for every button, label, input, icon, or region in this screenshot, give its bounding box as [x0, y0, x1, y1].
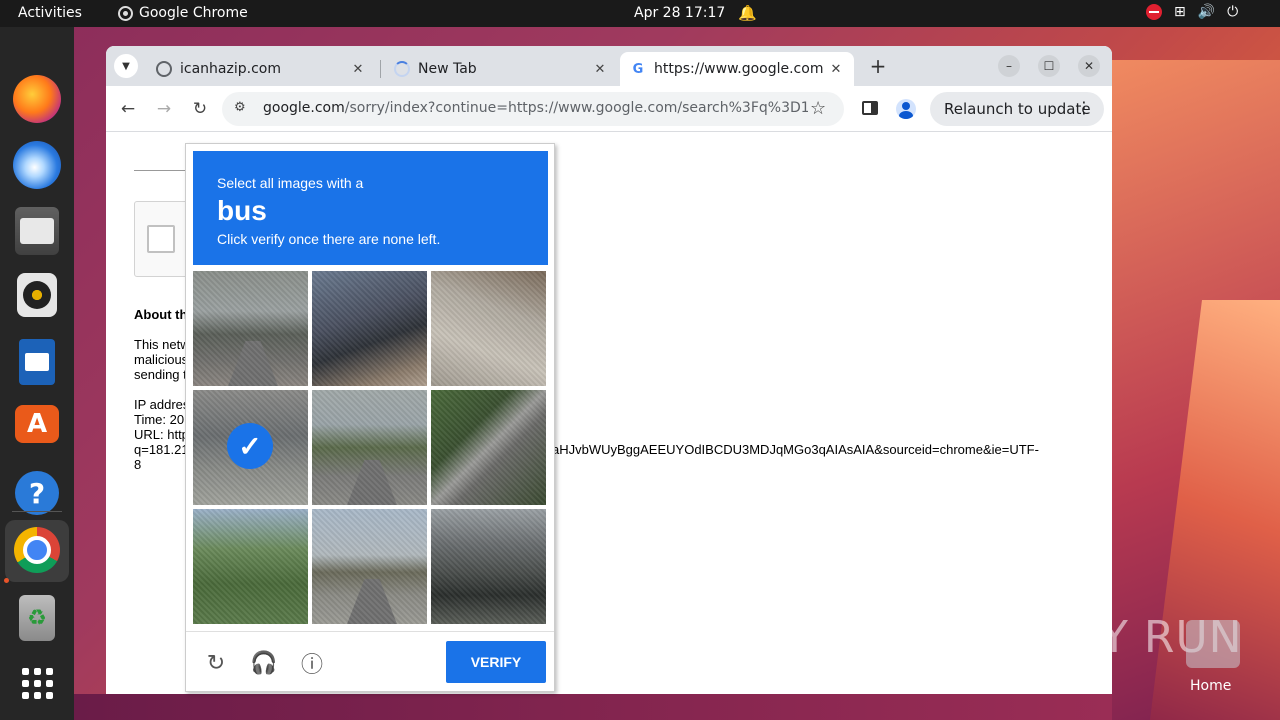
image-tile[interactable] — [193, 509, 308, 624]
profile-avatar[interactable] — [896, 99, 916, 119]
close-icon[interactable]: ✕ — [590, 62, 610, 77]
about-heading: About th — [134, 307, 188, 322]
dock-separator — [12, 511, 62, 512]
volume-icon: 🔊 — [1197, 4, 1216, 20]
relaunch-label: Relaunch to update — [944, 100, 1091, 118]
reload-challenge-icon[interactable]: ↻ — [202, 649, 230, 677]
instruction-line: Click verify once there are none left. — [217, 231, 441, 247]
activities-button[interactable]: Activities — [18, 5, 82, 21]
more-menu-icon[interactable]: ⋮ — [1076, 98, 1092, 117]
headphones-icon[interactable]: 🎧 — [250, 649, 278, 677]
url-path: /sorry/index?continue=https://www.google… — [344, 100, 808, 116]
query-line-end: 8 — [134, 457, 142, 472]
top-bar: Activities Google Chrome Apr 28 17:17 🔔 … — [0, 0, 1280, 27]
google-chrome-icon[interactable] — [14, 527, 60, 573]
tab-google[interactable]: G https://www.google.com ✕ — [620, 52, 854, 86]
trash-icon[interactable]: ♻ — [19, 595, 55, 641]
image-tile[interactable] — [431, 509, 546, 624]
url-line: URL: http — [134, 427, 189, 442]
help-icon[interactable]: ? — [15, 471, 59, 515]
tab-new-tab[interactable]: New Tab ✕ — [384, 52, 618, 86]
libreoffice-writer-icon[interactable] — [19, 339, 55, 385]
image-tile[interactable] — [431, 390, 546, 505]
target-object: bus — [217, 195, 267, 226]
info-text-line: This netw — [134, 337, 190, 352]
tab-title: icanhazip.com — [180, 61, 281, 77]
show-applications-icon[interactable] — [13, 659, 61, 707]
reload-button[interactable]: ↻ — [188, 97, 212, 121]
home-folder-icon[interactable] — [1186, 620, 1240, 668]
bookmark-star-icon[interactable]: ☆ — [810, 98, 826, 119]
maximize-button[interactable]: ☐ — [1038, 55, 1060, 77]
recaptcha-checkbox[interactable] — [147, 225, 175, 253]
site-settings-icon[interactable]: ⚙ — [234, 100, 246, 115]
info-icon[interactable]: ⓘ — [298, 649, 326, 677]
firefox-icon[interactable] — [13, 75, 61, 123]
url-host: google.com — [263, 100, 345, 116]
verify-button[interactable]: VERIFY — [446, 641, 546, 683]
tab-title: New Tab — [418, 61, 477, 77]
info-text-line: sending t — [134, 367, 187, 382]
tab-strip: ▼ icanhazip.com ✕ New Tab ✕ G https://ww… — [106, 46, 1112, 86]
query-line-tail: aHJvbWUyBggAEEUYOdIBCDU3MDJqMGo3qAIAsAIA… — [552, 442, 1039, 457]
chrome-app-icon — [118, 5, 133, 21]
app-center-icon[interactable]: A — [15, 405, 59, 443]
query-line: q=181.21 — [134, 442, 189, 457]
close-icon[interactable]: ✕ — [348, 62, 368, 77]
challenge-header: Select all images with a bus Click verif… — [193, 151, 548, 265]
app-menu[interactable]: Google Chrome — [118, 5, 248, 21]
divider — [186, 631, 554, 632]
close-window-button[interactable]: ✕ — [1078, 55, 1100, 77]
checkmark-icon: ✓ — [227, 423, 273, 469]
recaptcha-challenge: Select all images with a bus Click verif… — [185, 143, 555, 692]
image-tile[interactable] — [312, 390, 427, 505]
image-tile[interactable] — [312, 271, 427, 386]
system-tray[interactable]: ⊞ 🔊 ⏻ — [1146, 4, 1238, 20]
address-url[interactable]: google.com/sorry/index?continue=https://… — [263, 100, 808, 116]
clock[interactable]: Apr 28 17:17 — [634, 5, 725, 21]
power-icon: ⏻ — [1227, 4, 1239, 20]
tab-separator — [380, 60, 381, 78]
loading-spinner-icon — [394, 61, 410, 77]
back-button[interactable]: ← — [116, 97, 140, 121]
image-tile[interactable] — [312, 509, 427, 624]
instruction-line: Select all images with a — [217, 175, 364, 191]
tab-icanhazip[interactable]: icanhazip.com ✕ — [146, 52, 376, 86]
do-not-disturb-icon — [1146, 4, 1162, 20]
relaunch-to-update-button[interactable]: Relaunch to update ⋮ — [930, 92, 1104, 126]
forward-button[interactable]: → — [152, 97, 176, 121]
thunderbird-icon[interactable] — [13, 141, 61, 189]
image-tile[interactable] — [193, 271, 308, 386]
wallpaper-shape — [74, 694, 1112, 720]
network-icon: ⊞ — [1174, 4, 1186, 20]
app-menu-label: Google Chrome — [139, 5, 248, 21]
browser-toolbar: ← → ↻ ⚙ google.com/sorry/index?continue=… — [106, 86, 1112, 132]
rhythmbox-icon[interactable] — [17, 273, 57, 317]
home-label: Home — [1190, 678, 1232, 694]
image-tile-selected[interactable]: ✓ — [193, 390, 308, 505]
files-icon[interactable] — [15, 207, 59, 255]
info-text-line: malicious — [134, 352, 189, 367]
close-icon[interactable]: ✕ — [826, 62, 846, 77]
image-tile[interactable] — [431, 271, 546, 386]
tab-search-chevron-down-icon[interactable]: ▼ — [114, 54, 138, 78]
bell-icon[interactable]: 🔔 — [738, 4, 757, 22]
address-bar[interactable]: ⚙ google.com/sorry/index?continue=https:… — [222, 92, 844, 126]
tab-title: https://www.google.com — [654, 61, 824, 77]
running-indicator — [4, 578, 9, 583]
minimize-button[interactable]: – — [998, 55, 1020, 77]
time-line: Time: 20 — [134, 412, 185, 427]
google-icon: G — [632, 61, 644, 77]
ip-address-line: IP addres — [134, 397, 190, 412]
side-panel-icon[interactable] — [862, 101, 878, 115]
globe-icon — [156, 61, 172, 77]
image-grid: ✓ — [193, 271, 548, 626]
new-tab-button[interactable]: + — [866, 54, 890, 78]
dock: A ? ♻ — [0, 27, 74, 720]
